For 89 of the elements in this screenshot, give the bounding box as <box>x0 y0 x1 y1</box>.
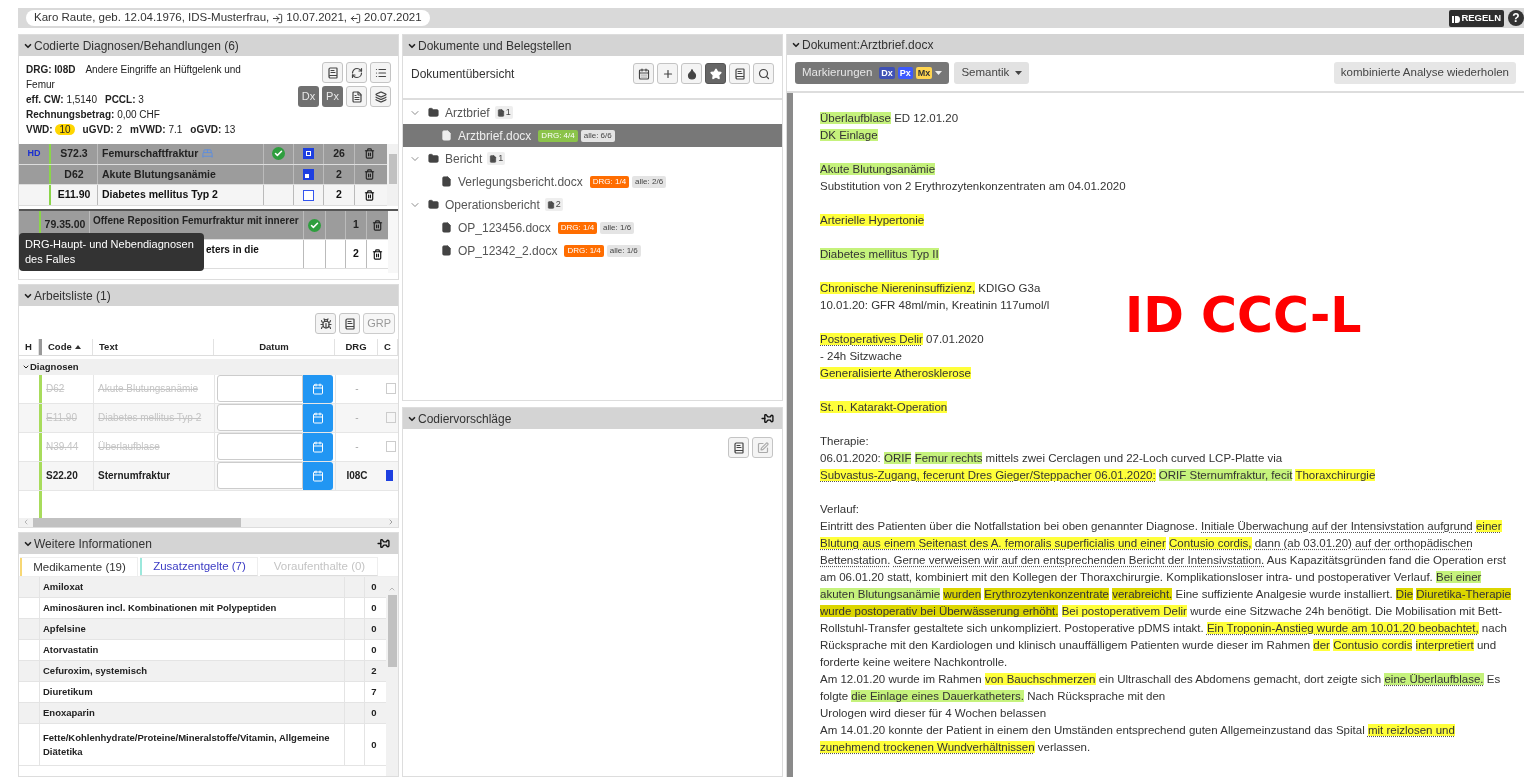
table-cell-text: Akute Blutungsanämie <box>102 166 216 182</box>
document-line: Postoperatives Delir 07.01.2020 <box>820 332 985 347</box>
document-line: 06.01.2020: ORIF Femur rechts mittels zwei Cerclagen und 22-Loch curved LCP-Platte via <box>820 451 1284 466</box>
section-title: Dokumentübersicht <box>411 66 515 83</box>
table-cell-text: S72.3 <box>59 145 89 161</box>
table-cell: Fette/Kohlenhydrate/Proteine/Mineralstoffe/Vitamin, Allgemeine Diätetika <box>39 724 344 766</box>
table-cell: Sternumfraktur <box>93 461 214 490</box>
table-cell-text: Femurschaftfraktur <box>102 145 199 161</box>
document-line: Eintritt des Patienten über die Notfallstation bei oben genannter Diagnose. Initiale Überwachung auf der Intensivstation aufgrund einer Blutung aus einem Seitenast des A. femoralis superficialis und einer Contusio cordis, dann (ab 03.01.20) auf der orthopädischen Bettenstation. Gerne verweisen wir auf den entsprechenden Bericht der Intensivstation. Aus Kapazitätsgründen fand die Operation erst am 06.01.20 statt, kombiniert mit den Kollegen der Thoraxchirurgie. Komplikationsloser intra- und postoperativer Verlauf. Bei einer akuten Blutungsanämie wurden Erythrozytenkonzentrate verabreicht. Eine suffiziente Analgesie wurde installiert. Die Diuretika-Therapie wurde postoperativ bei Überwässerung erhöht. Bei postoperativem Delir wurde eine Sitzwache 24h benötigt. Die Mobilisation mit Bett-Rollstuhl-Transfer gestaltete sich unkompliziert. Postoperative pDMS intakt. Ein Troponin-Anstieg wurde am 10.01.20 beobachtet, nach Rücksprache mit den Kardiologen und klinisch unauffälligem Patienten wurde dieser im Rahmen der Contusio cordis interpretiert und forderte keine weitere Nachkontrolle. <box>820 519 1512 670</box>
table-cell: Aminosäuren incl. Kombinationen mit Polypeptiden <box>39 598 344 619</box>
document-line: Am 12.01.20 wurde im Rahmen von Bauchschmerzen ein Ultraschall des Abdomens gemacht, dort zeigte sich eine Überlaufblase. Es folgte die Einlage eines Dauerkatheters. Nach Rücksprache mit den <box>820 672 1502 704</box>
table-cell-text: N39.44 <box>45 440 80 455</box>
document-name: OP_123456.docx <box>458 219 551 237</box>
table-cell: Apfelsine <box>39 619 344 640</box>
all-badge: alle: 2/6 <box>632 175 667 188</box>
table-cell: 1 <box>345 211 366 239</box>
drg-field: oGVD: 13 <box>190 122 236 137</box>
marking-badge: Dx <box>879 67 895 79</box>
marking-badge: Px <box>897 67 913 79</box>
table-cell: 2 <box>323 185 354 205</box>
table-cell: Atorvastatin <box>39 640 344 661</box>
table-cell: Cefuroxim, systemisch <box>39 661 344 682</box>
table-cell-text: 79.35.00 <box>43 217 87 233</box>
table-cell-text: Diabetes mellitus Typ 2 <box>102 187 218 203</box>
document-line: 10.01.20: GFR 48ml/min, Kreatinin 117umol/l <box>820 298 1051 313</box>
drg-field: uGVD: 2 <box>82 122 123 137</box>
document-line: Verlauf: <box>820 502 860 517</box>
group-label: Diagnosen <box>30 359 79 374</box>
table-cell: Akute Blutungsanämie <box>93 374 214 403</box>
document-line: Therapie: <box>820 434 870 449</box>
drg-badge: DRG: 1/4 <box>589 175 630 188</box>
table-cell: 2 <box>364 661 383 682</box>
document-line: Urologen wird dieser für 4 Wochen belassen <box>820 706 1048 721</box>
count-badge: 1 <box>494 105 513 120</box>
drg-badge: DRG: 1/4 <box>557 221 598 234</box>
table-cell-text: D62 <box>45 382 66 397</box>
table-cell: - <box>335 403 378 432</box>
count-badge: 2 <box>544 197 563 212</box>
table-cell: - <box>335 374 378 403</box>
table-cell: 2 <box>345 240 366 268</box>
document-name: OP_12342_2.docx <box>458 242 558 260</box>
panel-title: Arbeitsliste (1) <box>34 287 111 305</box>
count-badge: 1 <box>487 151 506 166</box>
drg-badge: DRG: 1/4 <box>564 244 604 257</box>
admission-date: 10.07.2021, <box>286 10 347 26</box>
type-label: HD <box>26 147 42 161</box>
document-line: Substitution von 2 Erythrozytenkonzentraten am 04.01.2020 <box>820 179 1127 194</box>
table-cell: I08C <box>335 461 378 490</box>
table-cell: Amiloxat <box>39 577 344 598</box>
table-cell: Diuretikum <box>39 682 344 703</box>
table-cell: 7 <box>364 682 383 703</box>
drg-field: Rechnungsbetrag: 0,00 CHF <box>26 107 160 122</box>
table-cell: - <box>335 432 378 461</box>
panel-title: Weitere Informationen <box>34 535 152 553</box>
drg-field: PCCL: 3 <box>104 92 144 107</box>
patient-info: Karo Raute, geb. 12.04.1976, IDS-Musterfrau, <box>34 10 270 26</box>
table-cell: 26 <box>323 144 354 164</box>
panel-title: Codierte Diagnosen/Behandlungen (6) <box>34 37 239 55</box>
drg-badge: DRG: 4/4 <box>538 129 578 142</box>
panel-title: Codiervorschläge <box>418 410 512 428</box>
table-cell: 0 <box>364 598 383 619</box>
document-line: - 24h Sitzwache <box>820 349 903 364</box>
marking-badge: Mx <box>915 67 933 79</box>
panel-title: Dokumente und Belegstellen <box>418 37 572 55</box>
overlay-label: ID CCC-L <box>1125 291 1362 341</box>
all-badge: alle: 1/6 <box>606 244 641 257</box>
table-cell: 0 <box>364 703 383 724</box>
table-cell: 0 <box>364 619 383 640</box>
table-cell: 0 <box>364 724 383 766</box>
table-cell: Enoxaparin <box>39 703 344 724</box>
document-line: Überlaufblase ED 12.01.20 <box>820 111 960 126</box>
all-badge: alle: 1/6 <box>600 221 635 234</box>
table-cell-text: D62 <box>63 166 85 182</box>
table-cell-text: E11.90 <box>56 187 92 203</box>
table-cell: 0 <box>364 577 383 598</box>
discharge-date: 20.07.2021 <box>364 10 422 26</box>
table-cell-text: S22.20 <box>45 469 79 484</box>
drg-field: VWD: 10 <box>26 122 75 137</box>
drg-field: mVWD: 7.1 <box>130 122 183 137</box>
drg-field: eff. CW: 1,5140 <box>26 92 97 107</box>
table-cell: 0 <box>364 640 383 661</box>
tooltip: DRG-Haupt- und Nebendiagnosen des Falles <box>19 233 204 271</box>
panel-title: Dokument:Arztbrief.docx <box>802 36 934 54</box>
table-cell: 2 <box>323 164 354 185</box>
document-name: Arztbrief.docx <box>458 127 532 145</box>
table-cell: Überlaufblase <box>93 432 214 461</box>
document-name: Verlegungsbericht.docx <box>458 173 583 191</box>
all-badge: alle: 6/6 <box>580 129 615 142</box>
document-line: Chronische Niereninsuffizienz, KDIGO G3a <box>820 281 1042 296</box>
